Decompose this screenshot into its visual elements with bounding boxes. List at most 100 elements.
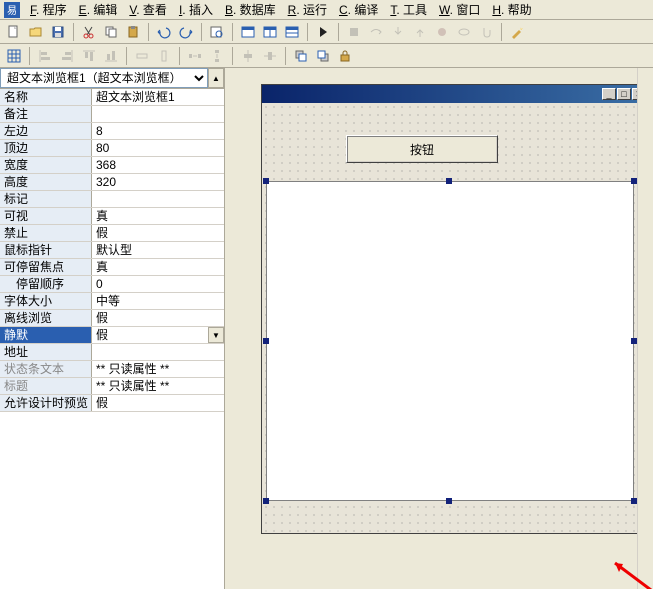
prop-value[interactable]: 320	[92, 174, 224, 190]
prop-row-7[interactable]: 可视真	[0, 208, 224, 225]
prop-row-17[interactable]: 标题** 只读属性 **	[0, 378, 224, 395]
prop-row-18[interactable]: 允许设计时预览假	[0, 395, 224, 412]
prop-row-4[interactable]: 宽度368	[0, 157, 224, 174]
menu-c[interactable]: C. 编译	[333, 0, 384, 20]
design-htmlbox-control[interactable]	[266, 181, 634, 501]
prop-value[interactable]: 0	[92, 276, 224, 292]
prop-name: 标题	[0, 378, 92, 394]
form-window[interactable]: _ □ ✕ 按钮	[261, 84, 649, 534]
prop-value[interactable]: ** 只读属性 **	[92, 361, 224, 377]
step-over-button	[366, 22, 386, 42]
prop-value[interactable]: 中等	[92, 293, 224, 309]
prop-row-5[interactable]: 高度320	[0, 174, 224, 191]
prop-value[interactable]: 真	[92, 208, 224, 224]
undo-button[interactable]	[154, 22, 174, 42]
maximize-button[interactable]: □	[617, 88, 631, 100]
align-top-button	[79, 46, 99, 66]
find-button[interactable]	[207, 22, 227, 42]
paste-button[interactable]	[123, 22, 143, 42]
prop-value[interactable]: 真	[92, 259, 224, 275]
menu-w[interactable]: W. 窗口	[433, 0, 486, 20]
send-back-button[interactable]	[313, 46, 333, 66]
menu-i[interactable]: I. 插入	[173, 0, 219, 20]
redo-button[interactable]	[176, 22, 196, 42]
grid-button[interactable]	[4, 46, 24, 66]
window-1-button[interactable]	[238, 22, 258, 42]
prop-dropdown-button[interactable]: ▼	[208, 327, 224, 343]
prop-row-9[interactable]: 鼠标指针默认型	[0, 242, 224, 259]
prop-value[interactable]	[92, 191, 224, 207]
prop-value[interactable]: 假▼	[92, 327, 224, 343]
prop-row-12[interactable]: 字体大小中等	[0, 293, 224, 310]
design-button-control[interactable]: 按钮	[346, 135, 498, 163]
prop-row-1[interactable]: 备注	[0, 106, 224, 123]
toolbar-2	[0, 44, 653, 68]
design-area: _ □ ✕ 按钮	[225, 68, 653, 589]
bring-front-button[interactable]	[291, 46, 311, 66]
prop-value[interactable]: 8	[92, 123, 224, 139]
menu-t[interactable]: T. 工具	[384, 0, 433, 20]
toolbar-1	[0, 20, 653, 44]
cut-button[interactable]	[79, 22, 99, 42]
design-vscrollbar[interactable]	[637, 68, 653, 589]
prop-row-14[interactable]: 静默假▼	[0, 327, 224, 344]
step-out-button	[410, 22, 430, 42]
app-logo: 易	[4, 2, 20, 18]
lock-button[interactable]	[335, 46, 355, 66]
save-button[interactable]	[48, 22, 68, 42]
minimize-button[interactable]: _	[602, 88, 616, 100]
size-height-button	[154, 46, 174, 66]
form-titlebar[interactable]: _ □ ✕	[262, 85, 648, 103]
prop-row-2[interactable]: 左边8	[0, 123, 224, 140]
menu-r[interactable]: R. 运行	[282, 0, 333, 20]
prop-value[interactable]: 默认型	[92, 242, 224, 258]
copy-button[interactable]	[101, 22, 121, 42]
form-body[interactable]: 按钮	[262, 103, 648, 533]
prop-row-11[interactable]: 停留顺序0	[0, 276, 224, 293]
prop-value[interactable]: 368	[92, 157, 224, 173]
menu-f[interactable]: F. 程序	[24, 0, 73, 20]
prop-row-3[interactable]: 顶边80	[0, 140, 224, 157]
run-button[interactable]	[313, 22, 333, 42]
menu-h[interactable]: H. 帮助	[486, 0, 537, 20]
sel-handle-bc[interactable]	[446, 498, 452, 504]
window-3-button[interactable]	[282, 22, 302, 42]
prop-name: 备注	[0, 106, 92, 122]
window-2-button[interactable]	[260, 22, 280, 42]
panel-scroll-up[interactable]: ▲	[208, 68, 224, 88]
prop-row-0[interactable]: 名称超文本浏览框1	[0, 89, 224, 106]
prop-value[interactable]: 假	[92, 225, 224, 241]
menu-b[interactable]: B. 数据库	[219, 0, 282, 20]
prop-name: 状态条文本	[0, 361, 92, 377]
sel-handle-bl[interactable]	[263, 498, 269, 504]
prop-value[interactable]: 80	[92, 140, 224, 156]
prop-value[interactable]	[92, 344, 224, 360]
wizard-button[interactable]	[507, 22, 527, 42]
prop-row-16[interactable]: 状态条文本** 只读属性 **	[0, 361, 224, 378]
menu-e[interactable]: E. 编辑	[73, 0, 124, 20]
prop-value[interactable]: 超文本浏览框1	[92, 89, 224, 105]
step-into-button	[388, 22, 408, 42]
vspace-button	[207, 46, 227, 66]
prop-row-6[interactable]: 标记	[0, 191, 224, 208]
new-button[interactable]	[4, 22, 24, 42]
watch-button	[454, 22, 474, 42]
prop-name: 高度	[0, 174, 92, 190]
prop-row-13[interactable]: 离线浏览假	[0, 310, 224, 327]
sel-handle-tc[interactable]	[446, 178, 452, 184]
prop-value[interactable]	[92, 106, 224, 122]
prop-value[interactable]: ** 只读属性 **	[92, 378, 224, 394]
prop-row-8[interactable]: 禁止假	[0, 225, 224, 242]
prop-row-10[interactable]: 可停留焦点真	[0, 259, 224, 276]
sel-handle-tl[interactable]	[263, 178, 269, 184]
breakpoint-button	[432, 22, 452, 42]
menu-v[interactable]: V. 查看	[123, 0, 173, 20]
prop-value[interactable]: 假	[92, 310, 224, 326]
prop-row-15[interactable]: 地址	[0, 344, 224, 361]
prop-name: 鼠标指针	[0, 242, 92, 258]
prop-value[interactable]: 假	[92, 395, 224, 411]
object-selector[interactable]: 超文本浏览框1（超文本浏览框）	[0, 68, 208, 88]
open-button[interactable]	[26, 22, 46, 42]
prop-name: 名称	[0, 89, 92, 105]
sel-handle-ml[interactable]	[263, 338, 269, 344]
